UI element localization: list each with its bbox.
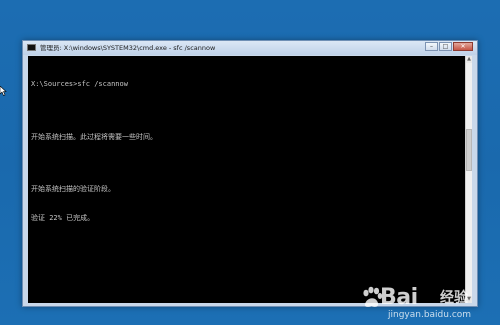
console-line: X:\Sources>sfc /scannow: [31, 80, 128, 88]
console-text: X:\Sources>sfc /scannow 开始系统扫描。此过程将需要一些时…: [31, 61, 157, 242]
minimize-button[interactable]: –: [425, 42, 438, 51]
scroll-up-icon[interactable]: ▲: [466, 56, 472, 63]
watermark-brand: Bai: [380, 285, 418, 310]
watermark-site: jingyan.baidu.com: [388, 310, 472, 320]
scroll-thumb[interactable]: [466, 129, 472, 171]
minimize-icon: –: [430, 43, 433, 50]
close-icon: ✕: [460, 43, 466, 50]
close-button[interactable]: ✕: [453, 42, 473, 51]
vertical-scrollbar[interactable]: ▲ ▼: [465, 56, 472, 303]
baidu-jingyan-watermark: Bai 经验 jingyan.baidu.com: [348, 286, 488, 320]
window-controls: – □ ✕: [424, 42, 473, 53]
cmd-window: 管理员: X:\windows\SYSTEM32\cmd.exe - sfc /…: [22, 40, 478, 307]
console-line: 开始系统扫描。此过程将需要一些时间。: [31, 132, 157, 141]
maximize-button[interactable]: □: [439, 42, 452, 51]
window-title: 管理员: X:\windows\SYSTEM32\cmd.exe - sfc /…: [40, 44, 216, 52]
desktop: 管理员: X:\windows\SYSTEM32\cmd.exe - sfc /…: [0, 0, 500, 325]
cmd-icon: [27, 44, 36, 51]
watermark-brand-suffix: 经验: [440, 290, 468, 306]
console-output[interactable]: X:\Sources>sfc /scannow 开始系统扫描。此过程将需要一些时…: [28, 56, 467, 303]
mouse-cursor-icon: [0, 86, 7, 96]
console-line: 验证 22% 已完成。: [31, 213, 95, 222]
maximize-icon: □: [442, 43, 449, 50]
console-line: 开始系统扫描的验证阶段。: [31, 185, 115, 193]
title-bar[interactable]: 管理员: X:\windows\SYSTEM32\cmd.exe - sfc /…: [23, 41, 477, 55]
